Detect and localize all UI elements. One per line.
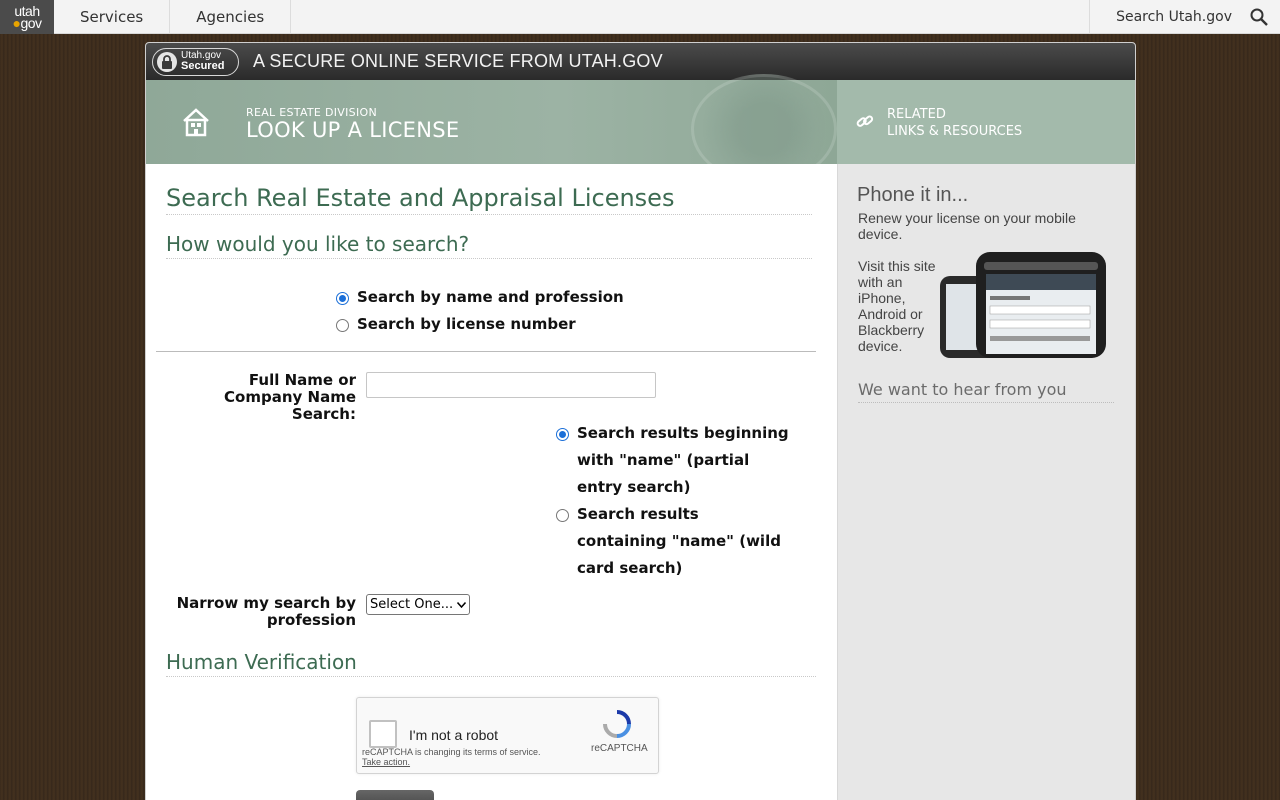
search-by-license-radio[interactable]	[336, 319, 349, 332]
partial-match-line2: with "name" (partial	[577, 451, 750, 469]
section-divider	[156, 351, 816, 352]
profession-select-value: Select One...	[370, 597, 454, 612]
nav-services[interactable]: Services	[54, 0, 171, 33]
feedback-heading[interactable]: We want to hear from you	[858, 380, 1114, 403]
secure-service-title: A SECURE ONLINE SERVICE FROM UTAH.GOV	[253, 51, 663, 71]
profession-label-line1: Narrow my search by	[176, 594, 356, 612]
link-icon	[856, 115, 874, 127]
wildcard-match-option[interactable]: Search results containing "name" (wild c…	[556, 505, 781, 582]
phone-it-in-heading: Phone it in...	[857, 184, 969, 206]
related-links-tab[interactable]: RELATED LINKS & RESOURCES	[837, 80, 1135, 164]
search-method-heading: How would you like to search?	[166, 232, 812, 259]
name-label-line1: Full Name or	[248, 371, 356, 389]
partial-match-label[interactable]: Search results beginning with "name" (pa…	[577, 420, 789, 501]
banner-title: LOOK UP A LICENSE	[246, 118, 460, 142]
logo-bottom: ●gov	[12, 15, 42, 31]
partial-match-radio[interactable]	[556, 428, 569, 441]
page-title: Search Real Estate and Appraisal License…	[166, 184, 812, 215]
submit-button[interactable]	[356, 790, 434, 800]
wildcard-match-radio[interactable]	[556, 509, 569, 522]
name-search-input[interactable]	[366, 372, 656, 398]
smartphones-image	[940, 252, 1106, 358]
page-container: Utah.gov Secured A SECURE ONLINE SERVICE…	[145, 42, 1136, 800]
recaptcha-brand: reCAPTCHA	[591, 743, 648, 754]
name-search-label: Full Name or Company Name Search:	[186, 372, 356, 423]
recaptcha-label: I'm not a robot	[409, 727, 499, 743]
wildcard-match-line3: card search)	[577, 559, 683, 577]
recaptcha-widget: I'm not a robot reCAPTCHA reCAPTCHA is c…	[356, 697, 659, 774]
top-navigation-bar: utah ●gov Services Agencies Search Utah.…	[0, 0, 1280, 34]
profession-label-line2: profession	[266, 611, 356, 629]
related-links-label[interactable]: RELATED LINKS & RESOURCES	[887, 106, 1022, 140]
search-icon[interactable]	[1250, 8, 1268, 26]
page-banner: REAL ESTATE DIVISION LOOK UP A LICENSE R…	[146, 74, 1135, 184]
banner-title-area: REAL ESTATE DIVISION LOOK UP A LICENSE	[146, 74, 837, 184]
wildcard-match-line1: Search results	[577, 505, 699, 523]
renew-text: Renew your license on your mobile device…	[858, 210, 1076, 242]
related-line2: LINKS & RESOURCES	[887, 124, 1023, 139]
search-by-license-label[interactable]: Search by license number	[357, 311, 576, 338]
lock-icon	[157, 51, 177, 72]
partial-match-line1: Search results beginning	[577, 424, 789, 442]
main-content: Search Real Estate and Appraisal License…	[146, 164, 837, 800]
search-by-name-label[interactable]: Search by name and profession	[357, 284, 624, 311]
name-label-line3: Search:	[291, 405, 356, 423]
search-by-name-radio[interactable]	[336, 292, 349, 305]
search-by-license-option[interactable]: Search by license number	[336, 315, 576, 338]
secured-badge-text: Utah.gov Secured	[181, 51, 224, 72]
secure-service-bar: Utah.gov Secured A SECURE ONLINE SERVICE…	[146, 43, 1135, 80]
logo-bottom-text: gov	[20, 15, 42, 31]
recaptcha-logo-icon	[603, 710, 631, 738]
site-search[interactable]: Search Utah.gov	[1089, 0, 1280, 33]
secured-badge: Utah.gov Secured	[152, 47, 239, 76]
recaptcha-take-action-link[interactable]: Take action.	[362, 757, 410, 767]
partial-match-line3: entry search)	[577, 478, 691, 496]
related-line1: RELATED	[887, 107, 946, 122]
verification-heading: Human Verification	[166, 650, 816, 677]
profession-select[interactable]: Select One...	[366, 594, 470, 615]
recaptcha-checkbox[interactable]	[369, 720, 397, 748]
name-label-line2: Company Name	[224, 388, 356, 406]
visit-text: Visit this site with an iPhone, Android …	[858, 258, 936, 354]
house-icon	[183, 108, 209, 137]
site-search-label[interactable]: Search Utah.gov	[1116, 9, 1232, 25]
sidebar: Phone it in... Renew your license on you…	[837, 164, 1135, 800]
wildcard-match-label[interactable]: Search results containing "name" (wild c…	[577, 501, 781, 582]
wildcard-match-line2: containing "name" (wild	[577, 532, 781, 550]
partial-match-option[interactable]: Search results beginning with "name" (pa…	[556, 424, 789, 501]
profession-label: Narrow my search by profession	[156, 595, 356, 629]
chevron-down-icon	[457, 601, 466, 608]
search-by-name-option[interactable]: Search by name and profession	[336, 288, 624, 311]
recaptcha-terms: reCAPTCHA is changing its terms of servi…	[362, 747, 541, 757]
utah-gov-logo[interactable]: utah ●gov	[0, 0, 54, 34]
nav-agencies[interactable]: Agencies	[170, 0, 292, 33]
badge-line2: Secured	[181, 60, 225, 72]
